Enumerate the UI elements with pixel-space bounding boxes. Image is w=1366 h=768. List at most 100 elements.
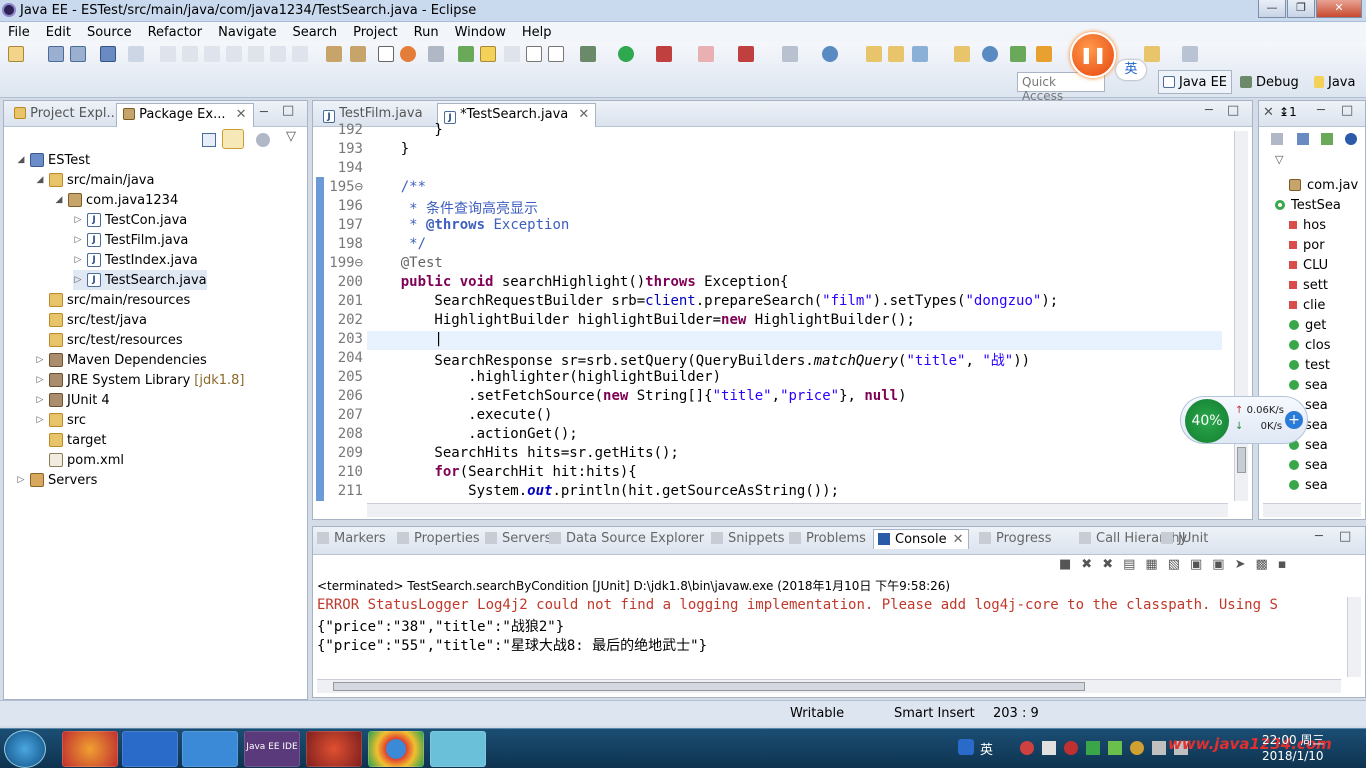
tree-item[interactable]: ▷ Maven Dependencies <box>35 350 207 370</box>
shield-icon[interactable] <box>1086 741 1100 755</box>
outline-item[interactable]: sea <box>1289 455 1328 475</box>
forward-icon[interactable] <box>1182 46 1198 62</box>
outline-item[interactable]: sea <box>1289 475 1328 495</box>
expand-toggle-icon[interactable]: ▷ <box>73 255 83 265</box>
taskbar-recorder-icon[interactable] <box>306 731 362 767</box>
tree-item[interactable]: src/test/resources <box>35 330 183 350</box>
taskbar-explorer-icon[interactable] <box>182 731 238 767</box>
maximize-view-icon[interactable]: □ <box>1339 529 1351 544</box>
tab-problems[interactable]: Problems <box>789 531 866 546</box>
search-tool-icon[interactable] <box>822 46 838 62</box>
tree-item[interactable]: target <box>35 430 107 450</box>
new-java-package-icon[interactable] <box>458 46 474 62</box>
code-line[interactable]: @Test <box>367 255 443 271</box>
use-step-filters-icon[interactable] <box>350 46 366 62</box>
expand-toggle-icon[interactable]: ▷ <box>73 235 83 245</box>
code-line[interactable]: } <box>367 141 409 157</box>
external-tools-icon[interactable] <box>738 46 754 62</box>
taskbar-app-icon[interactable] <box>62 731 118 767</box>
code-line[interactable]: /** <box>367 179 426 195</box>
open-project-icon[interactable] <box>888 46 904 62</box>
tree-item[interactable]: ▷ J TestFilm.java <box>73 230 189 250</box>
perspective-debug[interactable]: Debug <box>1236 70 1303 94</box>
scroll-thumb[interactable] <box>1237 447 1246 473</box>
recorder-pause-button[interactable]: ❚❚ <box>1070 32 1116 78</box>
word-wrap-icon[interactable]: ▧ <box>1168 557 1180 572</box>
close-tab-icon[interactable]: ✕ <box>236 107 247 122</box>
tree-item[interactable]: ▷ JRE System Library [jdk1.8] <box>35 370 245 390</box>
remove-launch-icon[interactable]: ✖ <box>1081 557 1092 572</box>
outline-item[interactable]: hos <box>1289 215 1326 235</box>
tree-item[interactable]: ◢ ESTest <box>16 150 91 170</box>
toggle-mark-icon[interactable] <box>378 46 394 62</box>
minimize-view-icon[interactable]: ─ <box>1317 103 1325 118</box>
expand-widget-icon[interactable]: + <box>1285 411 1303 429</box>
expand-toggle-icon[interactable]: ▷ <box>16 475 26 485</box>
coverage-icon[interactable] <box>656 46 672 62</box>
expand-toggle-icon[interactable]: ▷ <box>35 355 45 365</box>
disconnect-icon[interactable] <box>226 46 242 62</box>
code-line[interactable]: * 条件查询高亮显示 <box>367 198 538 218</box>
outline-horizontal-scrollbar[interactable] <box>1263 503 1361 517</box>
new-icon[interactable] <box>8 46 24 62</box>
close-button[interactable]: ✕ <box>1316 0 1362 18</box>
outline-item[interactable]: TestSea <box>1275 195 1341 215</box>
view-menu-icon[interactable]: ▽ <box>286 129 296 144</box>
clear-console-icon[interactable]: ▦ <box>1145 557 1157 572</box>
expand-toggle-icon[interactable]: ▷ <box>35 375 45 385</box>
step-return-icon[interactable] <box>292 46 308 62</box>
menu-source[interactable]: Source <box>87 25 132 40</box>
tab-package-explorer[interactable]: Package Ex... ✕ <box>116 103 254 127</box>
tab-testsearch[interactable]: J *TestSearch.java ✕ <box>437 103 597 127</box>
ime-indicator[interactable]: 英 <box>1116 60 1146 80</box>
show-on-stderr-icon[interactable]: ▣ <box>1212 557 1224 572</box>
tray-icon[interactable] <box>1064 741 1078 755</box>
resume-icon[interactable] <box>160 46 176 62</box>
code-line[interactable]: public void searchHighlight()throws Exce… <box>367 274 789 290</box>
tree-item[interactable]: ▷ src <box>35 410 86 430</box>
outline-item[interactable]: CLU <box>1289 255 1328 275</box>
tree-item[interactable]: src/test/java <box>35 310 147 330</box>
editor-vertical-scrollbar[interactable] <box>1234 131 1248 501</box>
step-into-icon[interactable] <box>248 46 264 62</box>
menu-search[interactable]: Search <box>292 25 337 40</box>
code-line[interactable]: System.out.println(hit.getSourceAsString… <box>367 483 839 499</box>
tree-item[interactable]: ▷ J TestCon.java <box>73 210 188 230</box>
tab-snippets[interactable]: Snippets <box>711 531 784 546</box>
hide-nonpublic-icon[interactable] <box>1345 133 1357 145</box>
hide-fields-icon[interactable] <box>1297 133 1309 145</box>
outline-item[interactable]: sea <box>1289 375 1328 395</box>
menu-edit[interactable]: Edit <box>46 25 71 40</box>
new-server-icon[interactable] <box>782 46 798 62</box>
package-explorer-icon[interactable] <box>954 46 970 62</box>
perspective-java-ee[interactable]: Java EE <box>1158 70 1233 94</box>
outline-item[interactable]: get <box>1289 315 1326 335</box>
tray-icon[interactable] <box>1020 741 1034 755</box>
link-with-editor-icon[interactable] <box>222 129 244 149</box>
stop-server-icon[interactable] <box>698 46 714 62</box>
tray-ime-label[interactable]: 英 <box>980 739 993 758</box>
menu-window[interactable]: Window <box>455 25 506 40</box>
display-console-icon[interactable]: ▩ <box>1256 557 1268 572</box>
tab-junit[interactable]: JUnit <box>1161 531 1208 546</box>
tab-outline[interactable]: ↨1 <box>1279 105 1297 119</box>
tree-item[interactable]: ▷ Servers <box>16 470 98 490</box>
minimize-view-icon[interactable]: ─ <box>260 105 268 120</box>
minimize-view-icon[interactable]: ─ <box>1315 529 1323 544</box>
code-line[interactable]: .setFetchSource(new String[]{"title","pr… <box>367 388 906 404</box>
code-line[interactable]: SearchResponse sr=srb.setQuery(QueryBuil… <box>367 350 1030 370</box>
remove-all-icon[interactable]: ✖ <box>1102 557 1113 572</box>
code-line[interactable]: | <box>367 331 442 347</box>
tab-data-source-explorer[interactable]: Data Source Explorer <box>549 531 704 546</box>
skip-breakpoints-icon[interactable] <box>128 46 144 62</box>
tree-item[interactable]: pom.xml <box>35 450 124 470</box>
back-icon[interactable] <box>1144 46 1160 62</box>
tree-item[interactable]: ◢ src/main/java <box>35 170 155 190</box>
server-icon[interactable] <box>428 46 444 62</box>
code-line[interactable]: */ <box>367 236 426 252</box>
expand-toggle-icon[interactable]: ▷ <box>73 275 83 285</box>
menu-navigate[interactable]: Navigate <box>218 25 276 40</box>
restore-button[interactable]: ❐ <box>1287 0 1315 18</box>
open-folder-icon[interactable] <box>866 46 882 62</box>
tab-project-explorer[interactable]: Project Expl... <box>8 103 125 127</box>
